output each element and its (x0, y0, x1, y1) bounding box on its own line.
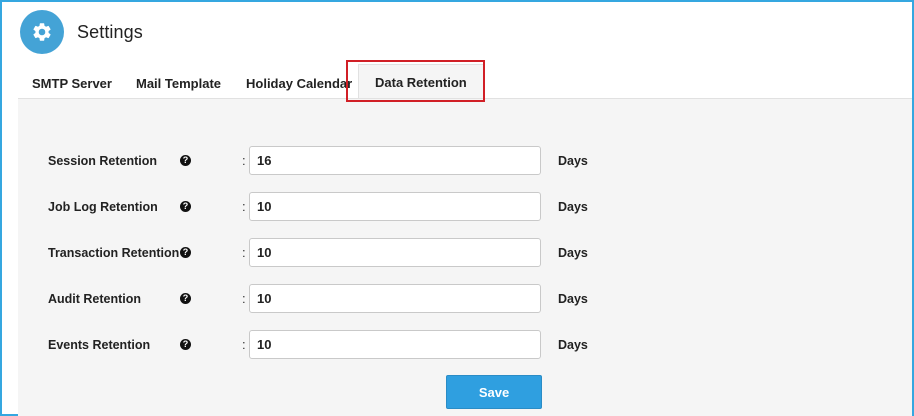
session-retention-label: Session Retention (48, 154, 158, 168)
tab-smtp-server[interactable]: SMTP Server (32, 68, 112, 100)
audit-retention-label: Audit Retention (48, 292, 142, 306)
settings-window: Settings SMTP Server Mail Template Holid… (0, 0, 914, 416)
unit-label: Days (558, 338, 588, 352)
help-icon[interactable]: ? (180, 201, 191, 212)
tab-mail-template[interactable]: Mail Template (136, 68, 221, 100)
gear-icon (20, 10, 64, 54)
save-button[interactable]: Save (446, 375, 542, 409)
audit-retention-row: Audit Retention ? : Days (18, 284, 912, 314)
data-retention-panel: Session Retention ? : Days Job Log Reten… (18, 98, 912, 416)
help-icon[interactable]: ? (180, 293, 191, 304)
events-retention-label: Events Retention (48, 338, 151, 352)
session-retention-input[interactable] (249, 146, 541, 175)
separator: : (242, 199, 246, 214)
page-header: Settings (20, 10, 143, 54)
help-icon[interactable]: ? (180, 155, 191, 166)
help-icon[interactable]: ? (180, 247, 191, 258)
unit-label: Days (558, 200, 588, 214)
transaction-retention-input[interactable] (249, 238, 541, 267)
unit-label: Days (558, 154, 588, 168)
transaction-retention-label: Transaction Retention (48, 246, 180, 260)
job-log-retention-row: Job Log Retention ? : Days (18, 192, 912, 222)
transaction-retention-row: Transaction Retention ? : Days (18, 238, 912, 268)
job-log-retention-label: Job Log Retention (48, 200, 158, 214)
separator: : (242, 337, 246, 352)
tab-data-retention[interactable]: Data Retention (358, 64, 484, 100)
separator: : (242, 245, 246, 260)
session-retention-row: Session Retention ? : Days (18, 146, 912, 176)
tab-holiday-calendar[interactable]: Holiday Calendar (246, 68, 352, 100)
page-title: Settings (77, 21, 143, 42)
separator: : (242, 291, 246, 306)
help-icon[interactable]: ? (180, 339, 191, 350)
unit-label: Days (558, 292, 588, 306)
unit-label: Days (558, 246, 588, 260)
audit-retention-input[interactable] (249, 284, 541, 313)
job-log-retention-input[interactable] (249, 192, 541, 221)
events-retention-row: Events Retention ? : Days (18, 330, 912, 360)
separator: : (242, 153, 246, 168)
events-retention-input[interactable] (249, 330, 541, 359)
